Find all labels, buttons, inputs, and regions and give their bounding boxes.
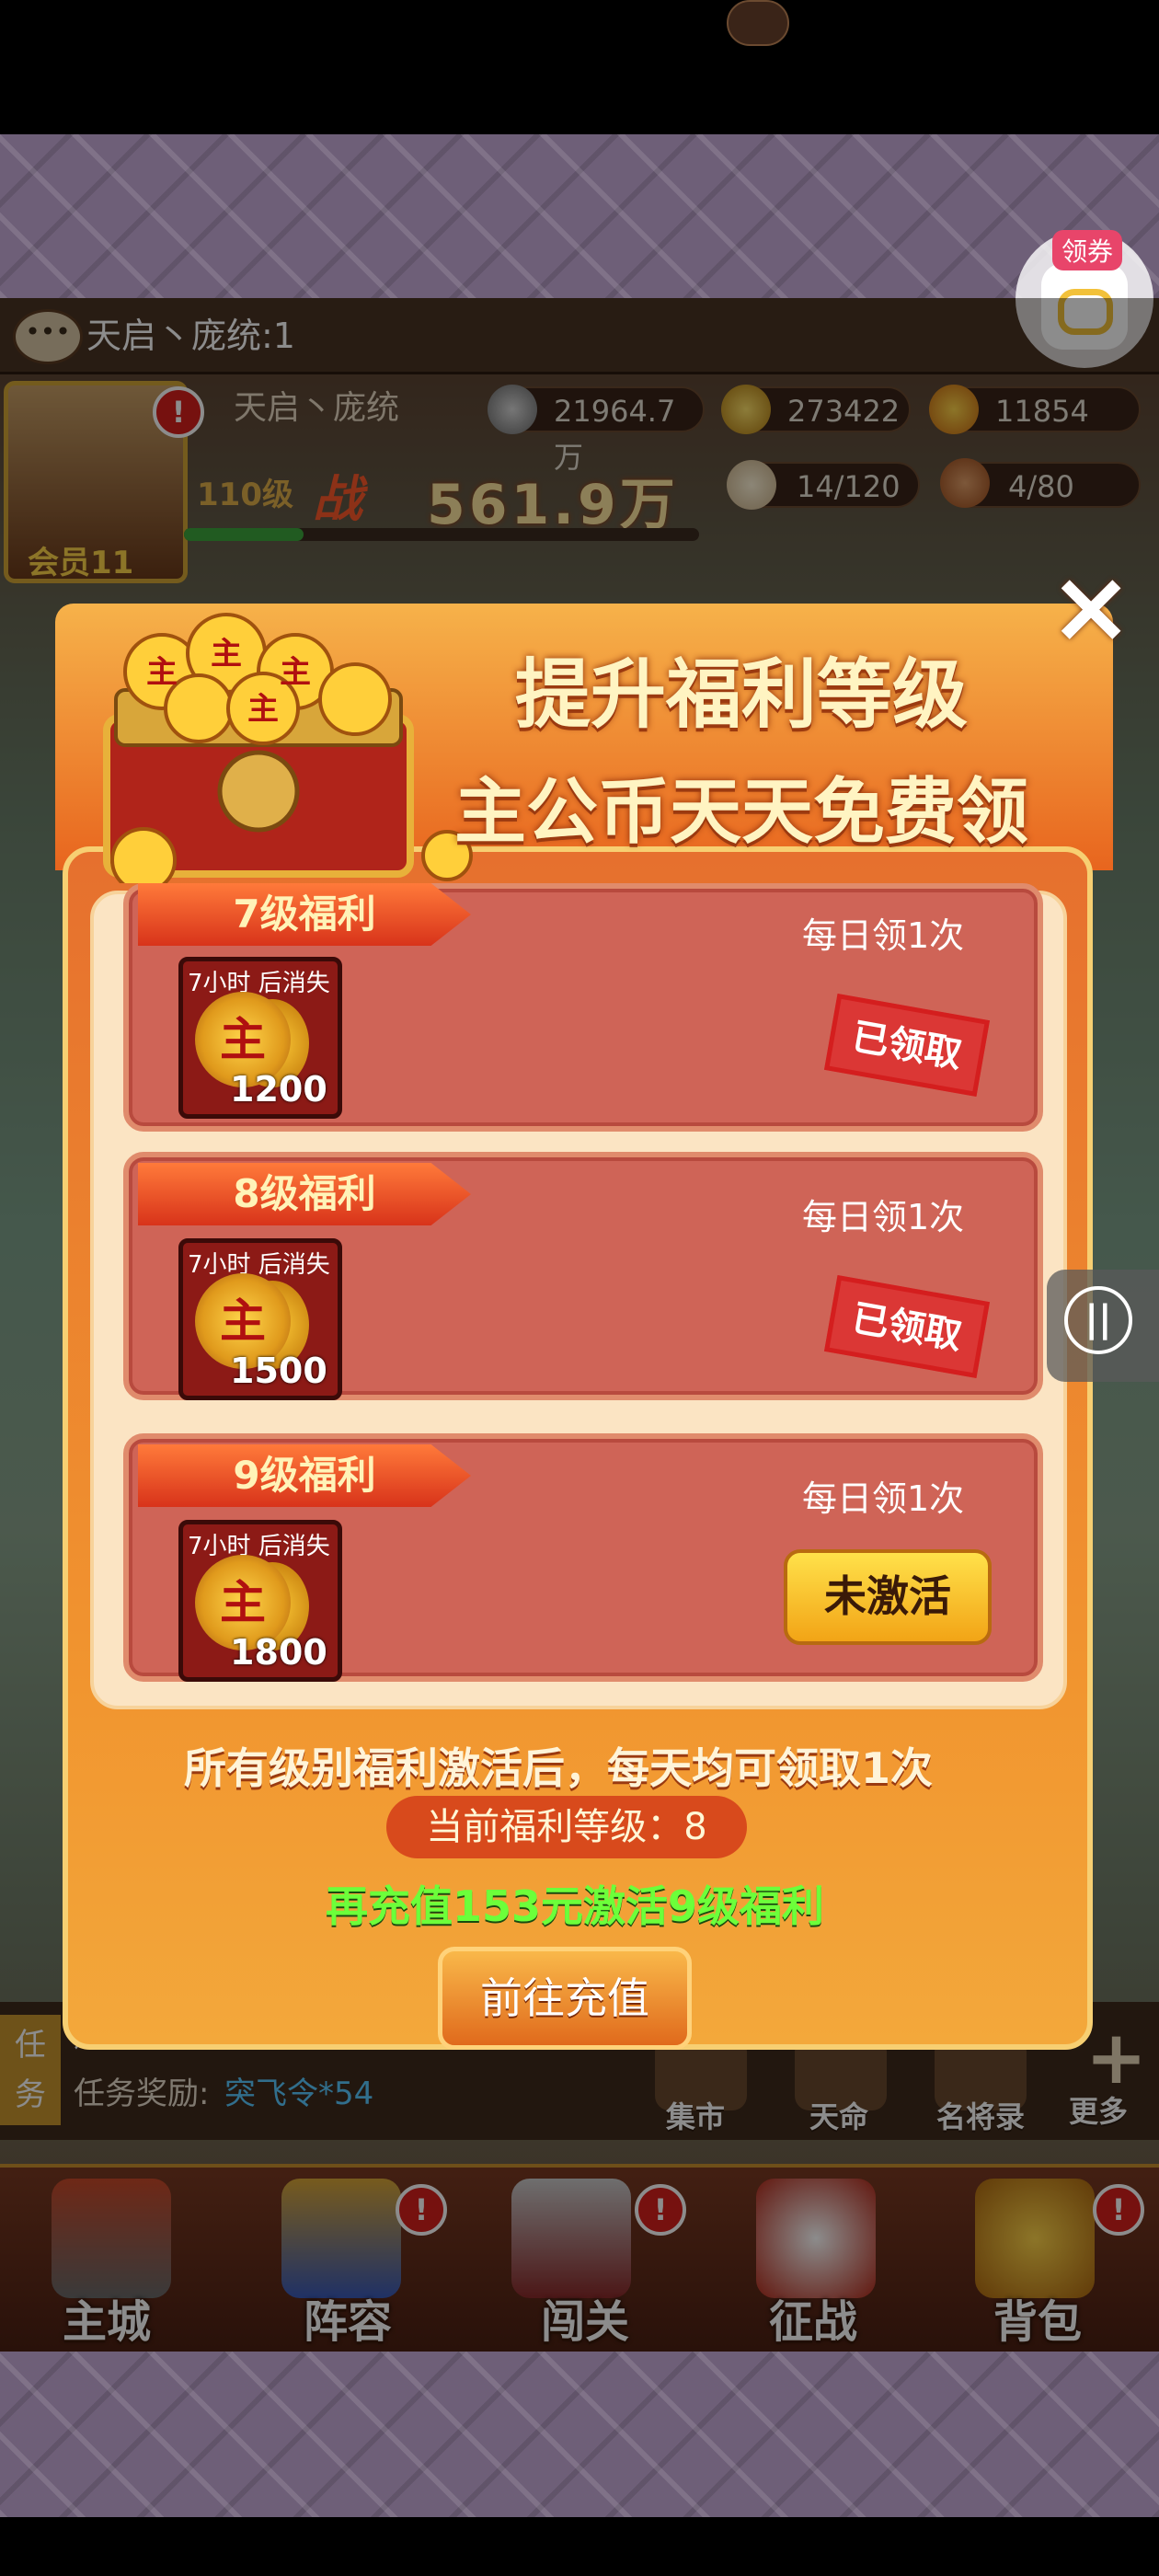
tier-tag: 9级福利 (138, 1444, 471, 1507)
recharge-button[interactable]: 前往充值 (438, 1947, 692, 2050)
reward-expire: 7小时 后消失 (188, 1251, 330, 1279)
background-pattern-bottom (0, 2352, 1159, 2517)
background-pattern-top (0, 134, 1159, 298)
nav-bar-area (0, 2517, 1159, 2576)
reward-amount: 1800 (230, 1632, 327, 1673)
treasure-chest-icon: 主主主主 (103, 613, 473, 883)
tier-tag: 8级福利 (138, 1163, 471, 1225)
reward-amount: 1200 (230, 1069, 327, 1110)
tier-daily-limit: 每日领1次 (802, 1197, 965, 1237)
coupon-label: 领券 (1052, 230, 1123, 270)
status-bar-area (0, 0, 1159, 134)
reward-expire: 7小时 后消失 (188, 970, 330, 997)
popup-title-line1: 提升福利等级 (515, 651, 969, 739)
tier-tag: 7级福利 (138, 883, 471, 946)
svg-text:主: 主 (247, 691, 279, 728)
reward-amount: 1500 (230, 1351, 327, 1391)
svg-text:主: 主 (211, 636, 242, 673)
current-welfare-level: 当前福利等级：8 (386, 1796, 747, 1858)
tier-daily-limit: 每日领1次 (802, 915, 965, 956)
not-activated-button[interactable]: 未激活 (784, 1549, 992, 1645)
welfare-note: 所有级别福利激活后，每天均可领取1次 (184, 1743, 934, 1793)
pause-icon[interactable]: || (1064, 1286, 1132, 1354)
recharge-hint: 再充值153元激活9级福利 (326, 1881, 825, 1931)
popup-title-line2: 主公币天天免费领 (454, 771, 1029, 854)
close-icon[interactable]: × (1049, 556, 1133, 657)
reward-expire: 7小时 后消失 (188, 1533, 330, 1560)
svg-text:主: 主 (280, 654, 311, 691)
tier-daily-limit: 每日领1次 (802, 1478, 965, 1519)
svg-text:主: 主 (146, 654, 178, 691)
